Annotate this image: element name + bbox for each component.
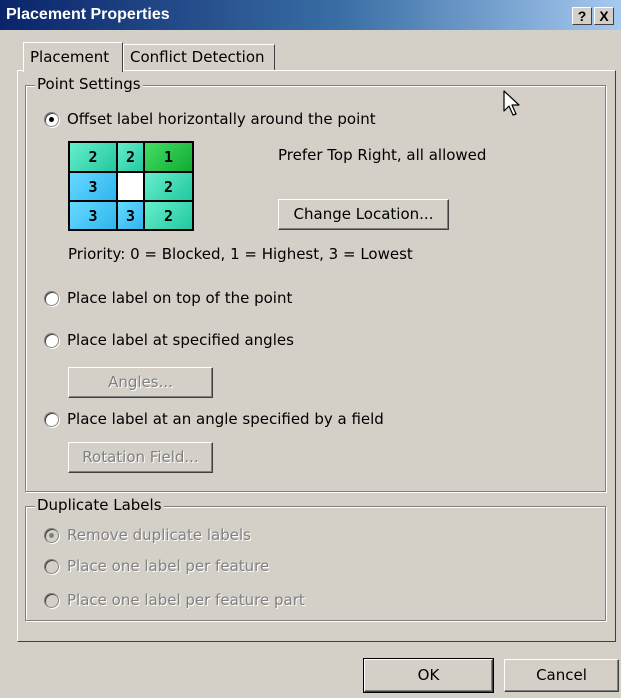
help-button[interactable]: ?	[572, 7, 592, 25]
title-bar: Placement Properties ? X	[0, 0, 621, 30]
tab-placement[interactable]: Placement	[23, 42, 123, 72]
cancel-button[interactable]: Cancel	[504, 659, 619, 692]
tab-panel	[17, 70, 616, 642]
window-title: Placement Properties	[6, 6, 170, 23]
ok-button[interactable]: OK	[363, 658, 494, 693]
tab-conflict-detection[interactable]: Conflict Detection	[123, 44, 275, 70]
close-button[interactable]: X	[594, 7, 614, 25]
